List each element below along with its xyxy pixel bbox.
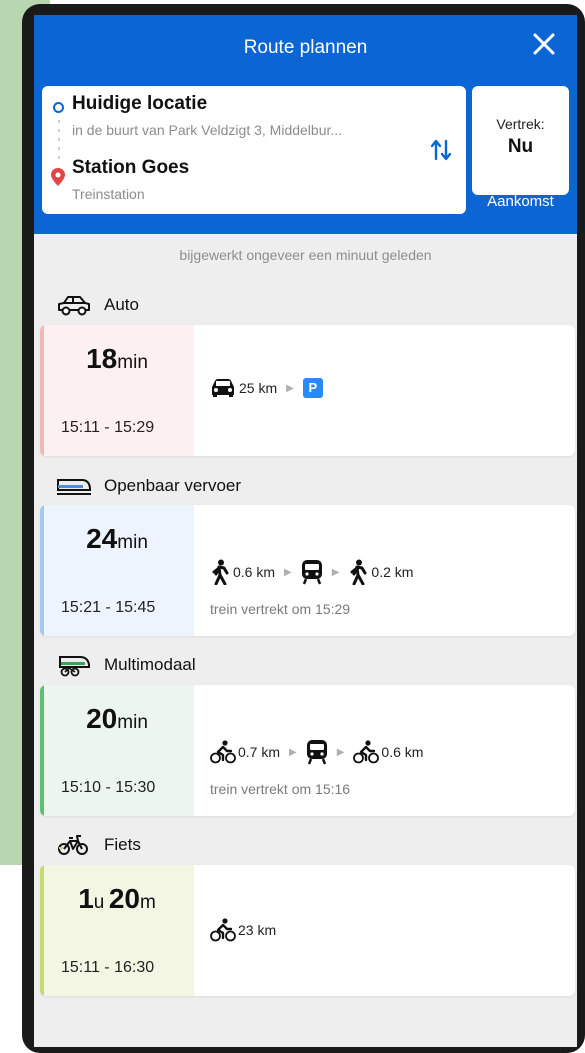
section-label: Multimodaal [104,655,196,674]
time-range: 15:11 - 16:30 [61,959,155,976]
arrow-icon: ▶ [289,746,297,758]
departure-label: Vertrek: [496,116,545,132]
destination-pin-icon [51,168,65,191]
arrow-icon: ▶ [336,746,345,758]
route-legs: 25 km ▶ P [210,378,323,398]
duration: 24min [86,523,148,554]
cyclist-icon [210,918,236,942]
section-label: Auto [104,295,139,314]
train-front-icon [306,740,327,765]
origin-name[interactable]: Huidige locatie [72,93,207,115]
arrow-icon: ▶ [284,566,292,578]
header: Route plannen Huidige locatie in de buur… [34,15,577,234]
cyclist-icon [353,740,380,764]
car-outline-icon [58,296,90,316]
duration-panel: 18min 15:11 - 15:29 [40,325,194,456]
route-option-auto[interactable]: 18min 15:11 - 15:29 25 km ▶ P [40,325,575,456]
walk-icon [350,559,367,585]
duration: 20min [86,703,148,734]
departure-note: trein vertrekt om 15:29 [210,601,351,617]
car-icon [212,379,234,397]
route-legs: 0.7 km ▶ ▶ 0.6 km [210,739,423,765]
destination-name[interactable]: Station Goes [72,157,189,179]
cyclist-icon [210,740,236,764]
swap-icon[interactable] [428,137,454,168]
route-legs: 0.6 km ▶ ▶ 0.2 km [210,559,413,585]
update-status: bijgewerkt ongeveer een minuut geleden [179,247,432,263]
route-option-multimodal[interactable]: 20min 15:10 - 15:30 0.7 km ▶ ▶ 0.6 km tr… [40,685,575,816]
section-label: Fiets [104,835,141,854]
close-icon[interactable] [531,31,557,57]
section-label: Openbaar vervoer [104,476,242,495]
duration-panel: 20min 15:10 - 15:30 [40,685,194,816]
bike-icon [58,835,88,855]
page-title: Route plannen [243,37,368,58]
leg-distance: 0.2 km [371,564,414,580]
duration: 1u 20m [78,883,156,914]
departure-value: Nu [507,136,534,157]
duration-panel: 24min 15:21 - 15:45 [40,505,194,636]
route-option-public-transport[interactable]: 24min 15:21 - 15:45 0.6 km ▶ ▶ 0.2 km tr… [40,505,575,636]
time-range: 15:11 - 15:29 [61,419,155,436]
route-dots [58,120,60,164]
leg-distance: 0.7 km [238,744,281,760]
bike-train-icon [59,656,90,677]
duration: 18min [86,343,148,374]
leg-distance: 0.6 km [381,744,424,760]
time-range: 15:21 - 15:45 [61,599,156,616]
leg-distance: 23 km [238,922,277,938]
arrow-icon: ▶ [286,382,294,394]
leg-distance: 0.6 km [233,564,276,580]
location-card: Huidige locatie in de buurt van Park Vel… [42,86,466,214]
time-range: 15:10 - 15:30 [61,779,156,796]
destination-type[interactable]: Treinstation [72,186,145,202]
route-planner-screen: Route plannen Huidige locatie in de buur… [34,15,577,1047]
leg-distance: 25 km [239,380,278,396]
duration-panel: 1u 20m 15:11 - 16:30 [40,865,194,996]
route-legs: 23 km [210,918,276,942]
origin-dot-icon [53,102,64,113]
arrow-icon: ▶ [331,566,340,578]
train-icon [57,479,91,495]
walk-icon [212,559,229,585]
departure-time-button[interactable]: Vertrek: Nu [472,86,569,195]
arrival-link[interactable]: Aankomst [472,193,569,210]
route-option-bike[interactable]: 1u 20m 15:11 - 16:30 23 km [40,865,575,996]
parking-icon: P [302,378,323,398]
origin-address[interactable]: in de buurt van Park Veldzigt 3, Middelb… [72,122,342,138]
train-front-icon [301,560,322,585]
departure-note: trein vertrekt om 15:16 [210,781,351,797]
